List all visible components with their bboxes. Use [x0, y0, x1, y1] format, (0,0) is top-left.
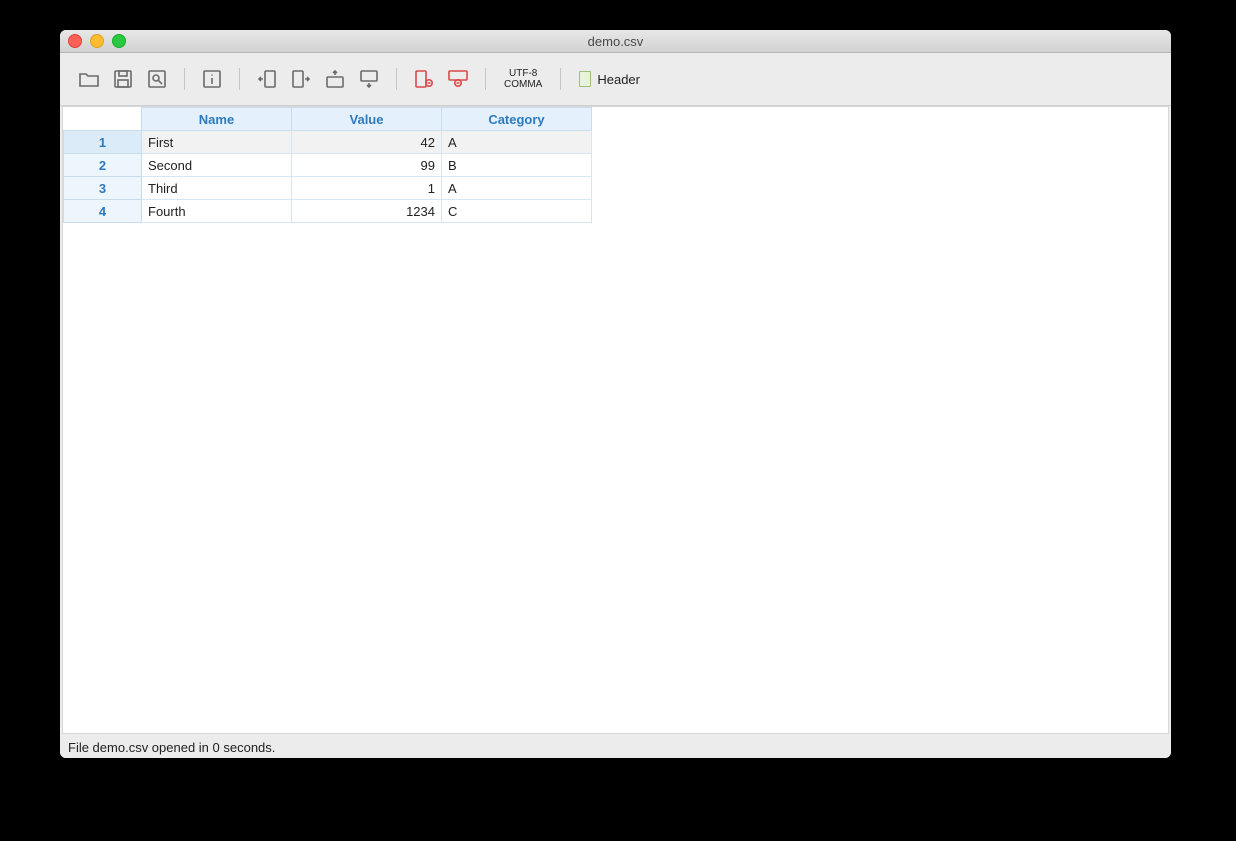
table-row[interactable]: 1First42A: [64, 131, 592, 154]
insert-column-left-button[interactable]: [252, 64, 282, 94]
spreadsheet-viewport[interactable]: Name Value Category 1First42A2Second99B3…: [62, 106, 1169, 734]
toolbar-separator: [184, 68, 185, 90]
insert-row-above-icon: [326, 70, 344, 88]
delete-row-icon: [448, 70, 468, 88]
delete-column-icon: [415, 70, 433, 88]
row-number[interactable]: 4: [64, 200, 142, 223]
column-header-value[interactable]: Value: [292, 108, 442, 131]
column-header-name[interactable]: Name: [142, 108, 292, 131]
open-icon: [79, 71, 99, 87]
cell-value[interactable]: 42: [292, 131, 442, 154]
titlebar: demo.csv: [60, 30, 1171, 53]
header-toggle-label: Header: [597, 72, 640, 87]
header-toggle-swatch-icon: [579, 71, 591, 87]
status-bar: File demo.csv opened in 0 seconds.: [60, 736, 1171, 758]
app-window: demo.csv: [60, 30, 1171, 758]
open-file-button[interactable]: [74, 64, 104, 94]
save-file-button[interactable]: [108, 64, 138, 94]
info-icon: [203, 70, 221, 88]
window-title: demo.csv: [60, 34, 1171, 49]
table-row[interactable]: 4Fourth1234C: [64, 200, 592, 223]
toolbar-separator: [560, 68, 561, 90]
cell-name[interactable]: Second: [142, 154, 292, 177]
toolbar: UTF-8COMMA Header: [60, 53, 1171, 106]
close-window-button[interactable]: [68, 34, 82, 48]
table-row[interactable]: 2Second99B: [64, 154, 592, 177]
cell-category[interactable]: A: [442, 177, 592, 200]
toolbar-separator: [485, 68, 486, 90]
header-row: Name Value Category: [64, 108, 592, 131]
row-number[interactable]: 2: [64, 154, 142, 177]
encoding-line1: UTF-8: [509, 68, 537, 79]
encoding-indicator[interactable]: UTF-8COMMA: [498, 68, 548, 90]
cell-category[interactable]: A: [442, 131, 592, 154]
insert-row-below-button[interactable]: [354, 64, 384, 94]
insert-row-above-button[interactable]: [320, 64, 350, 94]
table-row[interactable]: 3Third1A: [64, 177, 592, 200]
save-icon: [114, 70, 132, 88]
cell-name[interactable]: Third: [142, 177, 292, 200]
cell-name[interactable]: Fourth: [142, 200, 292, 223]
column-header-category[interactable]: Category: [442, 108, 592, 131]
info-button[interactable]: [197, 64, 227, 94]
encoding-line2: COMMA: [504, 79, 542, 90]
cell-category[interactable]: B: [442, 154, 592, 177]
traffic-lights: [60, 34, 126, 48]
row-number[interactable]: 3: [64, 177, 142, 200]
cell-value[interactable]: 1: [292, 177, 442, 200]
toolbar-separator: [239, 68, 240, 90]
minimize-window-button[interactable]: [90, 34, 104, 48]
status-message: File demo.csv opened in 0 seconds.: [68, 740, 275, 755]
insert-column-right-icon: [292, 70, 310, 88]
insert-row-below-icon: [360, 70, 378, 88]
toolbar-separator: [396, 68, 397, 90]
header-toggle[interactable]: Header: [573, 64, 646, 94]
cell-value[interactable]: 1234: [292, 200, 442, 223]
insert-column-left-icon: [258, 70, 276, 88]
data-table: Name Value Category 1First42A2Second99B3…: [63, 107, 592, 223]
save-search-button[interactable]: [142, 64, 172, 94]
insert-column-right-button[interactable]: [286, 64, 316, 94]
cell-name[interactable]: First: [142, 131, 292, 154]
save-search-icon: [148, 70, 166, 88]
cell-value[interactable]: 99: [292, 154, 442, 177]
cell-category[interactable]: C: [442, 200, 592, 223]
row-number[interactable]: 1: [64, 131, 142, 154]
header-corner[interactable]: [64, 108, 142, 131]
delete-column-button[interactable]: [409, 64, 439, 94]
zoom-window-button[interactable]: [112, 34, 126, 48]
delete-row-button[interactable]: [443, 64, 473, 94]
